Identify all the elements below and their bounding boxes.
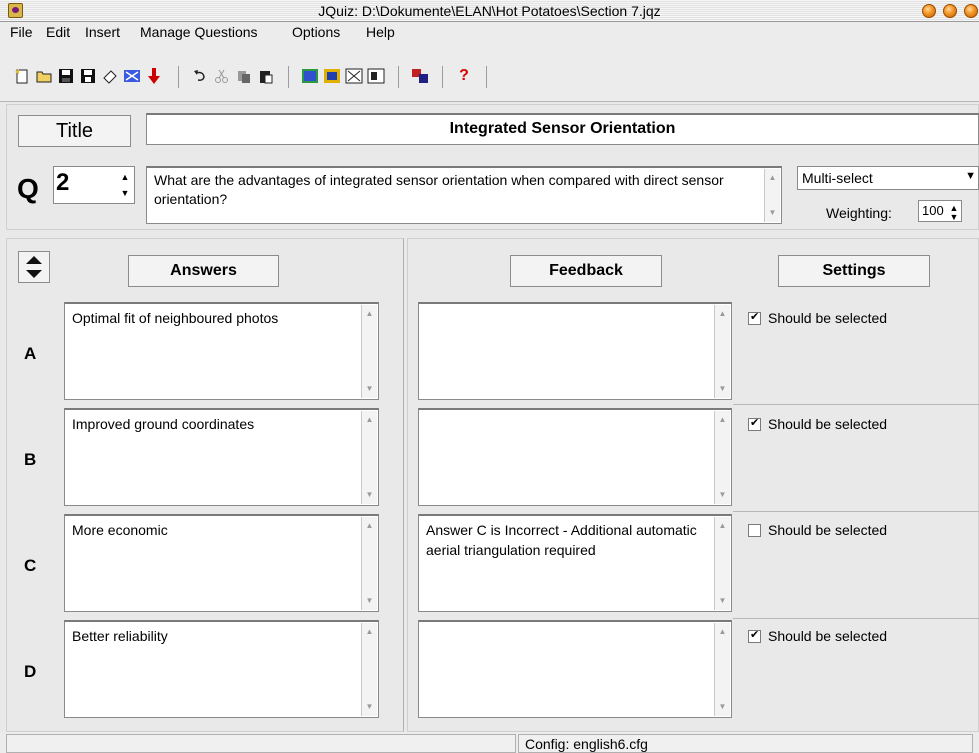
feedback-field-b[interactable]: ▲ ▼ (418, 408, 732, 506)
settings-header-button[interactable]: Settings (778, 255, 930, 287)
web-page-icon[interactable] (122, 66, 142, 86)
setting-d[interactable]: Should be selected (748, 628, 887, 644)
menu-insert[interactable]: Insert (85, 24, 120, 40)
menu-manage-questions[interactable]: Manage Questions (140, 24, 258, 40)
answers-header-button[interactable]: Answers (128, 255, 279, 287)
checkbox-c[interactable] (748, 524, 761, 537)
menu-options[interactable]: Options (292, 24, 340, 40)
feedback-header-button[interactable]: Feedback (510, 255, 662, 287)
setting-label-d: Should be selected (768, 628, 888, 644)
minimize-button[interactable] (922, 4, 936, 18)
save-icon[interactable] (56, 66, 76, 86)
row-letter-b: B (24, 450, 37, 469)
checkbox-d[interactable] (748, 628, 761, 643)
export-3-icon[interactable] (344, 66, 364, 86)
feedback-field-d[interactable]: ▲ ▼ (418, 620, 732, 718)
question-prefix: Q (17, 173, 39, 204)
answer-field-a[interactable]: Optimal fit of neighboured photos ▲ ▼ (64, 302, 379, 400)
export-2-icon[interactable] (322, 66, 342, 86)
question-type-value: Multi-select (802, 170, 873, 186)
feedback-scrollbar-a[interactable]: ▲ ▼ (714, 305, 730, 398)
feedback-scrollbar-b[interactable]: ▲ ▼ (714, 411, 730, 504)
export-4-icon[interactable] (366, 66, 386, 86)
feedback-text-c: Answer C is Incorrect - Additional autom… (426, 522, 697, 558)
menu-file[interactable]: File (10, 24, 33, 40)
new-file-icon[interactable] (12, 66, 32, 86)
weight-down-icon[interactable]: ▼ (947, 210, 961, 224)
copy-icon[interactable] (234, 66, 254, 86)
weighting-value[interactable]: 100 (922, 203, 944, 218)
row-letter-c: C (24, 556, 37, 575)
chevron-down-icon[interactable]: ▼ (965, 170, 976, 182)
setting-c[interactable]: Should be selected (748, 522, 887, 538)
answer-field-d[interactable]: Better reliability ▲ ▼ (64, 620, 379, 718)
stepper-down-icon[interactable]: ▼ (118, 186, 132, 200)
weighting-field[interactable]: 100 ▲ ▼ (918, 200, 962, 222)
setting-a[interactable]: Should be selected (748, 310, 887, 326)
feedback-field-a[interactable]: ▲ ▼ (418, 302, 732, 400)
up-down-arrows-icon (26, 256, 42, 278)
close-button[interactable] (964, 4, 978, 18)
toolbar: ? (0, 42, 979, 102)
checkbox-a[interactable] (748, 310, 761, 325)
weighting-label: Weighting: (826, 205, 892, 221)
row-letter-a: A (24, 344, 37, 363)
paste-icon[interactable] (256, 66, 276, 86)
window-title: JQuiz: D:\Dokumente\ELAN\Hot Potatoes\Se… (318, 3, 661, 19)
save-as-icon[interactable] (78, 66, 98, 86)
answer-text-c: More economic (72, 522, 168, 538)
setting-label-a: Should be selected (768, 310, 888, 326)
stepper-up-icon[interactable]: ▲ (118, 170, 132, 184)
answer-field-c[interactable]: More economic ▲ ▼ (64, 514, 379, 612)
answer-field-b[interactable]: Improved ground coordinates ▲ ▼ (64, 408, 379, 506)
clear-icon[interactable] (100, 66, 120, 86)
undo-icon[interactable] (190, 66, 210, 86)
answer-scrollbar-c[interactable]: ▲ ▼ (361, 517, 377, 610)
question-number-stepper[interactable]: 2 ▲ ▼ (53, 166, 135, 204)
setting-label-b: Should be selected (768, 416, 888, 432)
answer-text-b: Improved ground coordinates (72, 416, 255, 432)
menu-bar: File Edit Insert Manage Questions Option… (0, 22, 979, 42)
answer-scrollbar-a[interactable]: ▲ ▼ (361, 305, 377, 398)
setting-label-c: Should be selected (768, 522, 888, 538)
question-text-field[interactable]: What are the advantages of integrated se… (146, 166, 782, 224)
menu-help[interactable]: Help (366, 24, 395, 40)
title-bar: JQuiz: D:\Dokumente\ELAN\Hot Potatoes\Se… (0, 0, 979, 22)
cut-icon[interactable] (212, 66, 232, 86)
status-config: Config: english6.cfg (518, 734, 973, 753)
export-down-icon[interactable] (144, 66, 164, 86)
feedback-scrollbar-c[interactable]: ▲ ▼ (714, 517, 730, 610)
zoom-button[interactable] (943, 4, 957, 18)
row-letter-d: D (24, 662, 37, 681)
question-text: What are the advantages of integrated se… (154, 172, 724, 207)
feedback-scrollbar-d[interactable]: ▲ ▼ (714, 623, 730, 716)
setting-b[interactable]: Should be selected (748, 416, 887, 432)
status-bar: Config: english6.cfg (0, 732, 979, 753)
export-1-icon[interactable] (300, 66, 320, 86)
title-button[interactable]: Title (18, 115, 131, 147)
open-folder-icon[interactable] (34, 66, 54, 86)
checkbox-b[interactable] (748, 416, 761, 431)
question-scrollbar[interactable]: ▲ ▼ (764, 169, 780, 222)
masher-icon[interactable] (410, 66, 430, 86)
status-cell-left (6, 734, 516, 753)
menu-edit[interactable]: Edit (46, 24, 70, 40)
question-number[interactable]: 2 (56, 169, 69, 197)
help-icon[interactable]: ? (454, 66, 474, 86)
reorder-button[interactable] (18, 251, 50, 283)
question-type-select[interactable]: Multi-select ▼ (797, 166, 979, 190)
answer-scrollbar-d[interactable]: ▲ ▼ (361, 623, 377, 716)
answer-text-a: Optimal fit of neighboured photos (72, 310, 279, 326)
answer-scrollbar-b[interactable]: ▲ ▼ (361, 411, 377, 504)
feedback-field-c[interactable]: Answer C is Incorrect - Additional autom… (418, 514, 732, 612)
title-input[interactable]: Integrated Sensor Orientation (146, 113, 979, 145)
answer-text-d: Better reliability (72, 628, 168, 644)
